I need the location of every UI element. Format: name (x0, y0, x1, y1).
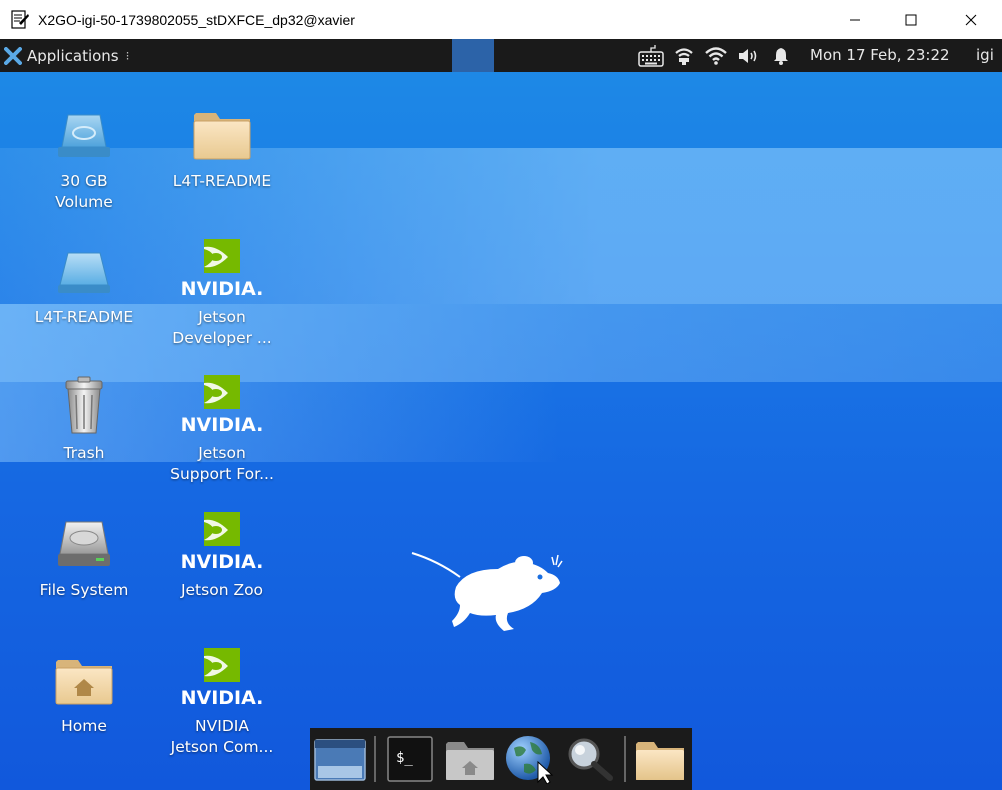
desktop-icon-label: L4T-README (172, 172, 272, 190)
folder-icon (193, 113, 251, 160)
xfce-mouse-logo (411, 552, 563, 631)
wifi-icon (705, 46, 727, 65)
panel-user-menu[interactable]: igi (976, 39, 994, 72)
removable-drive-icon (58, 252, 110, 293)
desktop-icon-label: Jetson Support For... (170, 444, 274, 483)
desktop-icon-label: Trash (63, 444, 105, 462)
volume-indicator[interactable] (735, 39, 761, 72)
desktop-icon-label: L4T-README (34, 308, 134, 326)
hard-disk-icon (58, 521, 110, 566)
bottom-dock: $_ (310, 728, 692, 790)
x2go-window-icon (11, 10, 29, 29)
web-browser-icon (506, 736, 554, 784)
desktop-icon-nvidia-jetson-com[interactable]: NVIDIA. NVIDIA Jetson Com... (162, 648, 282, 758)
svg-text:NVIDIA.: NVIDIA. (182, 687, 262, 709)
nvidia-icon: NVIDIA. (182, 648, 262, 709)
search-icon (568, 738, 613, 781)
maximize-icon (905, 14, 917, 25)
desktop-icon-label: Home (61, 717, 107, 735)
network-icon (675, 47, 693, 65)
dock-search[interactable] (562, 733, 618, 785)
desktop-icon-jetson-developer[interactable]: NVIDIA. Jetson Developer ... (162, 239, 282, 349)
dock-folder[interactable] (632, 733, 688, 785)
folder-icon (636, 742, 684, 780)
desktop-icon-l4t-readme-drive[interactable]: L4T-README (24, 239, 144, 328)
svg-text:NVIDIA.: NVIDIA. (182, 414, 262, 436)
network-indicator[interactable] (671, 39, 697, 72)
wifi-indicator[interactable] (703, 39, 729, 72)
minimize-icon (850, 19, 860, 20)
nvidia-icon: NVIDIA. (182, 239, 262, 300)
desktop-icon-jetson-support[interactable]: NVIDIA. Jetson Support For... (162, 375, 282, 485)
desktop-icon-label: Jetson Zoo (180, 581, 264, 599)
applications-menu[interactable]: Applications ⁝ (4, 39, 129, 72)
desktop-icon-label: 30 GB Volume (55, 172, 113, 211)
close-icon (965, 14, 977, 25)
dock-show-desktop[interactable] (312, 733, 368, 785)
volume-icon (739, 48, 757, 63)
panel-clock[interactable]: Mon 17 Feb, 23:22 (810, 39, 950, 72)
home-folder-icon (55, 660, 113, 705)
dock-terminal[interactable]: $_ (382, 733, 438, 785)
wallpaper-band (0, 148, 1002, 304)
notification-bell-icon (774, 47, 788, 65)
desktop-icon-l4t-readme-folder[interactable]: L4T-README (162, 103, 282, 192)
notifications-indicator[interactable] (769, 39, 793, 72)
svg-text:NVIDIA.: NVIDIA. (182, 278, 262, 300)
window-title: X2GO-igi-50-1739802055_stDXFCE_dp32@xavi… (38, 12, 355, 28)
nvidia-icon: NVIDIA. (182, 375, 262, 436)
close-button[interactable] (948, 0, 994, 39)
dock-separator (374, 736, 376, 782)
xfce-logo-icon (4, 46, 22, 65)
keyboard-indicator[interactable] (636, 39, 666, 72)
desktop-icon-file-system[interactable]: File System (24, 512, 144, 601)
desktop-icon-label: NVIDIA Jetson Com... (170, 717, 274, 756)
drive-icon (58, 114, 110, 157)
dock-separator (624, 736, 626, 782)
panel-separator: ⁝ (125, 48, 130, 63)
dock-web-browser[interactable] (502, 733, 558, 785)
wallpaper-band (0, 304, 1002, 382)
remote-desktop[interactable]: Applications ⁝ Mon 17 Feb, 23:22 igi 30 … (0, 39, 1002, 790)
window-titlebar[interactable]: X2GO-igi-50-1739802055_stDXFCE_dp32@xavi… (0, 0, 1002, 39)
desktop-icon-label: Jetson Developer ... (172, 308, 272, 347)
show-desktop-icon (314, 739, 366, 781)
nvidia-icon: NVIDIA. (182, 512, 262, 573)
desktop-icon-trash[interactable]: Trash (24, 375, 144, 464)
file-manager-icon (446, 742, 494, 780)
minimize-button[interactable] (832, 0, 878, 39)
desktop-icon-jetson-zoo[interactable]: NVIDIA. Jetson Zoo (162, 512, 282, 601)
desktop-icon-label: File System (39, 581, 129, 599)
trash-icon (65, 376, 103, 434)
applications-label: Applications (27, 46, 119, 65)
keyboard-icon (638, 44, 664, 67)
maximize-button[interactable] (888, 0, 934, 39)
desktop-icon-home[interactable]: Home (24, 648, 144, 737)
svg-text:NVIDIA.: NVIDIA. (182, 551, 262, 573)
desktop-icon-volume[interactable]: 30 GB Volume (24, 103, 144, 213)
svg-text:$_: $_ (396, 750, 413, 766)
top-panel: Applications ⁝ Mon 17 Feb, 23:22 igi (0, 39, 1002, 72)
dock-file-manager[interactable] (442, 733, 498, 785)
workspace-switcher[interactable] (452, 39, 494, 72)
terminal-icon: $_ (387, 736, 433, 782)
